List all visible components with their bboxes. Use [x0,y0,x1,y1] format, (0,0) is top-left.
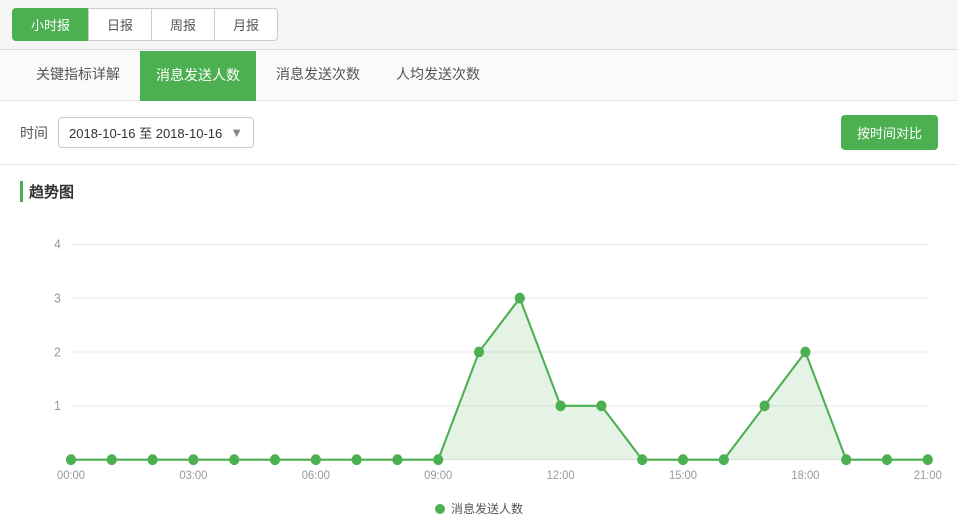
svg-text:09:00: 09:00 [424,470,452,482]
svg-text:06:00: 06:00 [302,470,330,482]
time-label: 时间 [20,123,48,143]
svg-text:12:00: 12:00 [547,470,575,482]
svg-text:21:00: 21:00 [914,470,942,482]
compare-button[interactable]: 按时间对比 [841,115,938,150]
filter-left: 时间 2018-10-16 至 2018-10-16 ▼ [20,117,254,148]
date-range-value: 2018-10-16 至 2018-10-16 [69,123,222,142]
subtab-key-metrics[interactable]: 关键指标详解 [20,50,136,100]
subtab-send-count[interactable]: 消息发送次数 [260,50,376,100]
sub-tab-bar: 关键指标详解 消息发送人数 消息发送次数 人均发送次数 [0,50,958,101]
top-tab-bar: 小时报 日报 周报 月报 [0,0,958,50]
svg-text:1: 1 [54,399,61,413]
legend-label-send-users: 消息发送人数 [451,500,523,517]
svg-text:18:00: 18:00 [791,470,819,482]
subtab-send-users[interactable]: 消息发送人数 [140,51,256,101]
tab-daily[interactable]: 日报 [88,8,152,41]
tab-hourly[interactable]: 小时报 [12,8,89,41]
date-range-selector[interactable]: 2018-10-16 至 2018-10-16 ▼ [58,117,254,148]
chart-legend: 消息发送人数 [20,492,938,521]
chart-container: 4 3 2 1 00:00 03:00 06:00 09:00 12:00 15… [20,212,938,492]
svg-text:3: 3 [54,291,61,305]
chart-section: 趋势图 4 3 2 1 00:00 03:00 [0,165,958,531]
tab-monthly[interactable]: 月报 [214,8,278,41]
tab-weekly[interactable]: 周报 [151,8,215,41]
svg-text:03:00: 03:00 [179,470,207,482]
chart-title: 趋势图 [20,181,938,202]
svg-text:00:00: 00:00 [57,470,85,482]
legend-dot-send-users [435,504,445,514]
main-content: 关键指标详解 消息发送人数 消息发送次数 人均发送次数 时间 2018-10-1… [0,50,958,531]
trend-chart: 4 3 2 1 00:00 03:00 06:00 09:00 12:00 15… [20,212,938,492]
svg-text:15:00: 15:00 [669,470,697,482]
filter-row: 时间 2018-10-16 至 2018-10-16 ▼ 按时间对比 [0,101,958,165]
svg-text:4: 4 [54,237,61,251]
subtab-avg-send[interactable]: 人均发送次数 [380,50,496,100]
chevron-down-icon: ▼ [230,125,243,140]
svg-text:2: 2 [54,345,61,359]
